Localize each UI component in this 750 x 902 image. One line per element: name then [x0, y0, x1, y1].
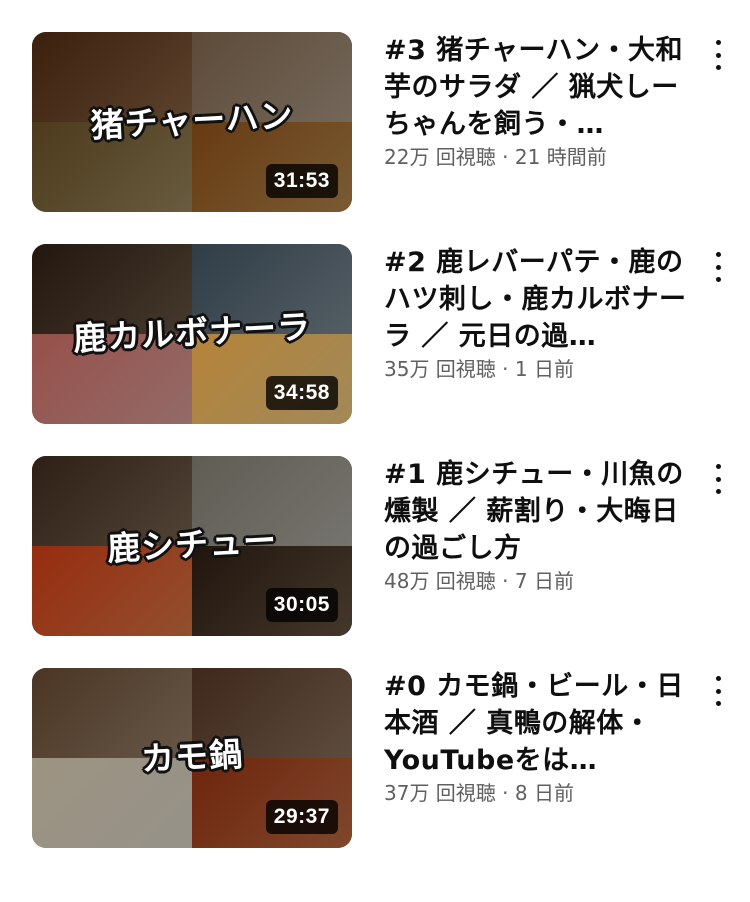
- video-title[interactable]: #2 鹿レバーパテ・鹿のハツ刺し・鹿カルボナーラ ／ 元日の過…: [384, 244, 694, 355]
- video-thumbnail[interactable]: 猪チャーハン 31:53: [32, 32, 352, 212]
- upload-age: 21 時間前: [514, 145, 607, 169]
- video-duration-badge: 30:05: [265, 588, 338, 622]
- video-meta: #0 カモ鍋・ビール・日本酒 ／ 真鴨の解体・YouTubeをは… 37万 回視…: [384, 668, 694, 807]
- upload-age: 8 日前: [514, 781, 574, 805]
- video-duration-badge: 31:53: [265, 164, 338, 198]
- video-stats: 37万 回視聴 · 8 日前: [384, 779, 694, 807]
- view-count: 22万 回視聴: [384, 145, 496, 169]
- video-title[interactable]: #0 カモ鍋・ビール・日本酒 ／ 真鴨の解体・YouTubeをは…: [384, 668, 694, 779]
- video-meta: #1 鹿シチュー・川魚の燻製 ／ 薪割り・大晦日の過ごし方 48万 回視聴 · …: [384, 456, 694, 595]
- more-vert-icon[interactable]: [708, 676, 728, 706]
- video-stats: 35万 回視聴 · 1 日前: [384, 355, 694, 383]
- meta-separator: ·: [495, 569, 515, 593]
- more-vert-icon[interactable]: [708, 464, 728, 494]
- video-item[interactable]: 鹿カルボナーラ 34:58 #2 鹿レバーパテ・鹿のハツ刺し・鹿カルボナーラ ／…: [0, 244, 750, 426]
- more-vert-icon[interactable]: [708, 252, 728, 282]
- more-vert-icon[interactable]: [708, 40, 728, 70]
- video-duration-badge: 29:37: [265, 800, 338, 834]
- video-item[interactable]: カモ鍋 29:37 #0 カモ鍋・ビール・日本酒 ／ 真鴨の解体・YouTube…: [0, 668, 750, 850]
- video-list: 猪チャーハン 31:53 #3 猪チャーハン・大和芋のサラダ ／ 猟犬しーちゃん…: [0, 0, 750, 902]
- meta-separator: ·: [495, 781, 515, 805]
- view-count: 35万 回視聴: [384, 357, 496, 381]
- video-thumbnail[interactable]: 鹿シチュー 30:05: [32, 456, 352, 636]
- video-title[interactable]: #1 鹿シチュー・川魚の燻製 ／ 薪割り・大晦日の過ごし方: [384, 456, 694, 567]
- meta-separator: ·: [495, 357, 515, 381]
- video-stats: 22万 回視聴 · 21 時間前: [384, 143, 694, 171]
- meta-separator: ·: [495, 145, 515, 169]
- video-meta: #2 鹿レバーパテ・鹿のハツ刺し・鹿カルボナーラ ／ 元日の過… 35万 回視聴…: [384, 244, 694, 383]
- upload-age: 7 日前: [514, 569, 574, 593]
- video-stats: 48万 回視聴 · 7 日前: [384, 567, 694, 595]
- video-duration-badge: 34:58: [265, 376, 338, 410]
- video-item[interactable]: 猪チャーハン 31:53 #3 猪チャーハン・大和芋のサラダ ／ 猟犬しーちゃん…: [0, 32, 750, 214]
- upload-age: 1 日前: [514, 357, 574, 381]
- video-thumbnail[interactable]: 鹿カルボナーラ 34:58: [32, 244, 352, 424]
- view-count: 37万 回視聴: [384, 781, 496, 805]
- view-count: 48万 回視聴: [384, 569, 496, 593]
- video-title[interactable]: #3 猪チャーハン・大和芋のサラダ ／ 猟犬しーちゃんを飼う・…: [384, 32, 694, 143]
- video-meta: #3 猪チャーハン・大和芋のサラダ ／ 猟犬しーちゃんを飼う・… 22万 回視聴…: [384, 32, 694, 171]
- video-item[interactable]: 鹿シチュー 30:05 #1 鹿シチュー・川魚の燻製 ／ 薪割り・大晦日の過ごし…: [0, 456, 750, 638]
- video-thumbnail[interactable]: カモ鍋 29:37: [32, 668, 352, 848]
